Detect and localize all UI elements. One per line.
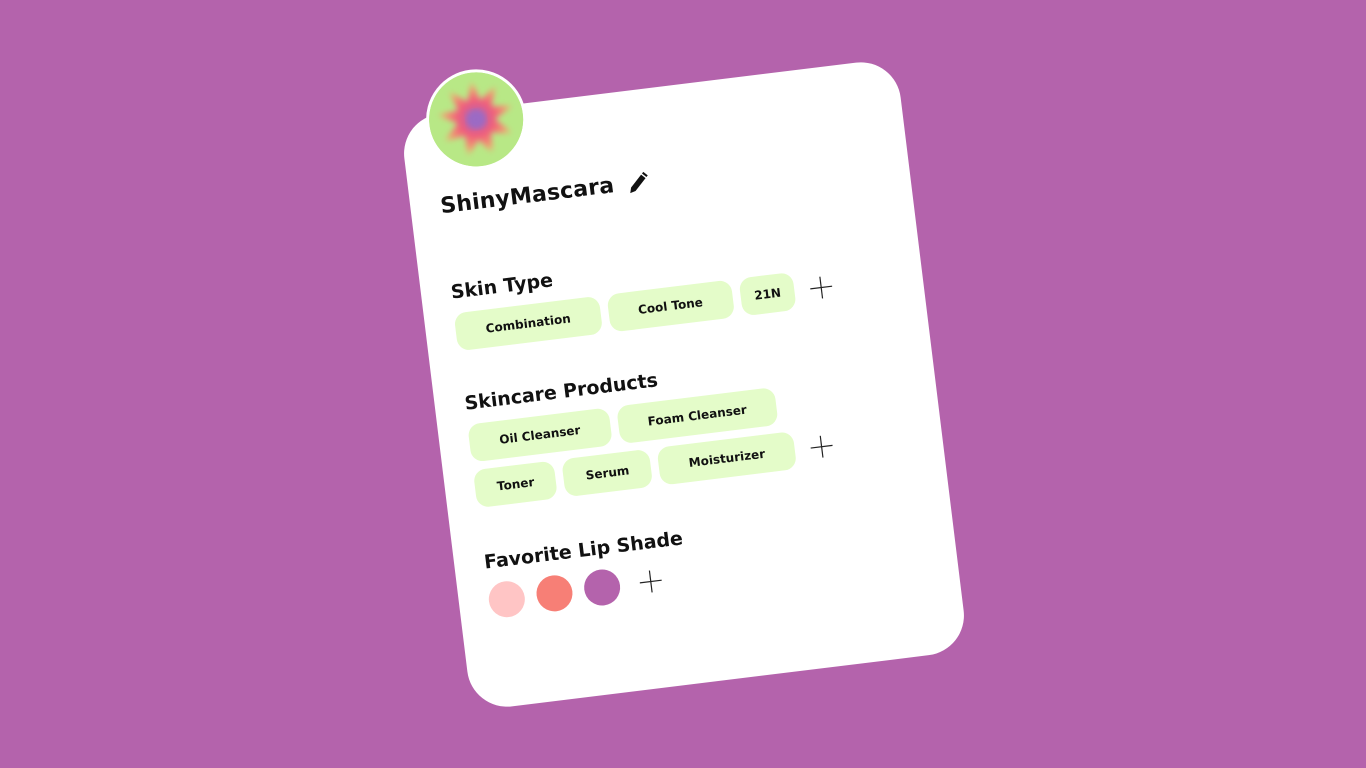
lip-swatch-3[interactable] [582,567,623,608]
add-skin-type-button[interactable] [807,273,836,302]
username: ShinyMascara [439,173,616,220]
chip-21n[interactable]: 21N [738,271,798,317]
plus-icon [810,276,833,299]
pencil-icon[interactable] [625,169,652,196]
avatar-starburst-icon [423,66,529,172]
lip-swatch-2[interactable] [534,573,575,614]
page-background: ShinyMascara Skin Type Combination Cool … [0,0,1366,768]
chip-oil-cleanser[interactable]: Oil Cleanser [467,407,613,463]
chip-cool-tone[interactable]: Cool Tone [606,279,735,333]
chip-toner[interactable]: Toner [472,460,559,509]
chip-serum[interactable]: Serum [561,448,654,498]
skin-type-section: Skin Type Combination Cool Tone 21N [450,228,896,359]
plus-icon [810,435,833,458]
username-row: ShinyMascara [439,169,652,220]
plus-icon [639,570,662,593]
profile-card: ShinyMascara Skin Type Combination Cool … [399,57,969,712]
add-lip-shade-button[interactable] [636,567,665,596]
avatar[interactable] [420,63,532,176]
chip-moisturizer[interactable]: Moisturizer [656,431,798,486]
lip-swatch-1[interactable] [486,579,527,620]
chip-combination[interactable]: Combination [453,295,603,352]
lip-shade-section: Favorite Lip Shade [483,498,928,620]
add-skincare-button[interactable] [807,432,836,461]
skincare-section: Skincare Products Oil Cleanser Foam Clea… [463,339,915,516]
